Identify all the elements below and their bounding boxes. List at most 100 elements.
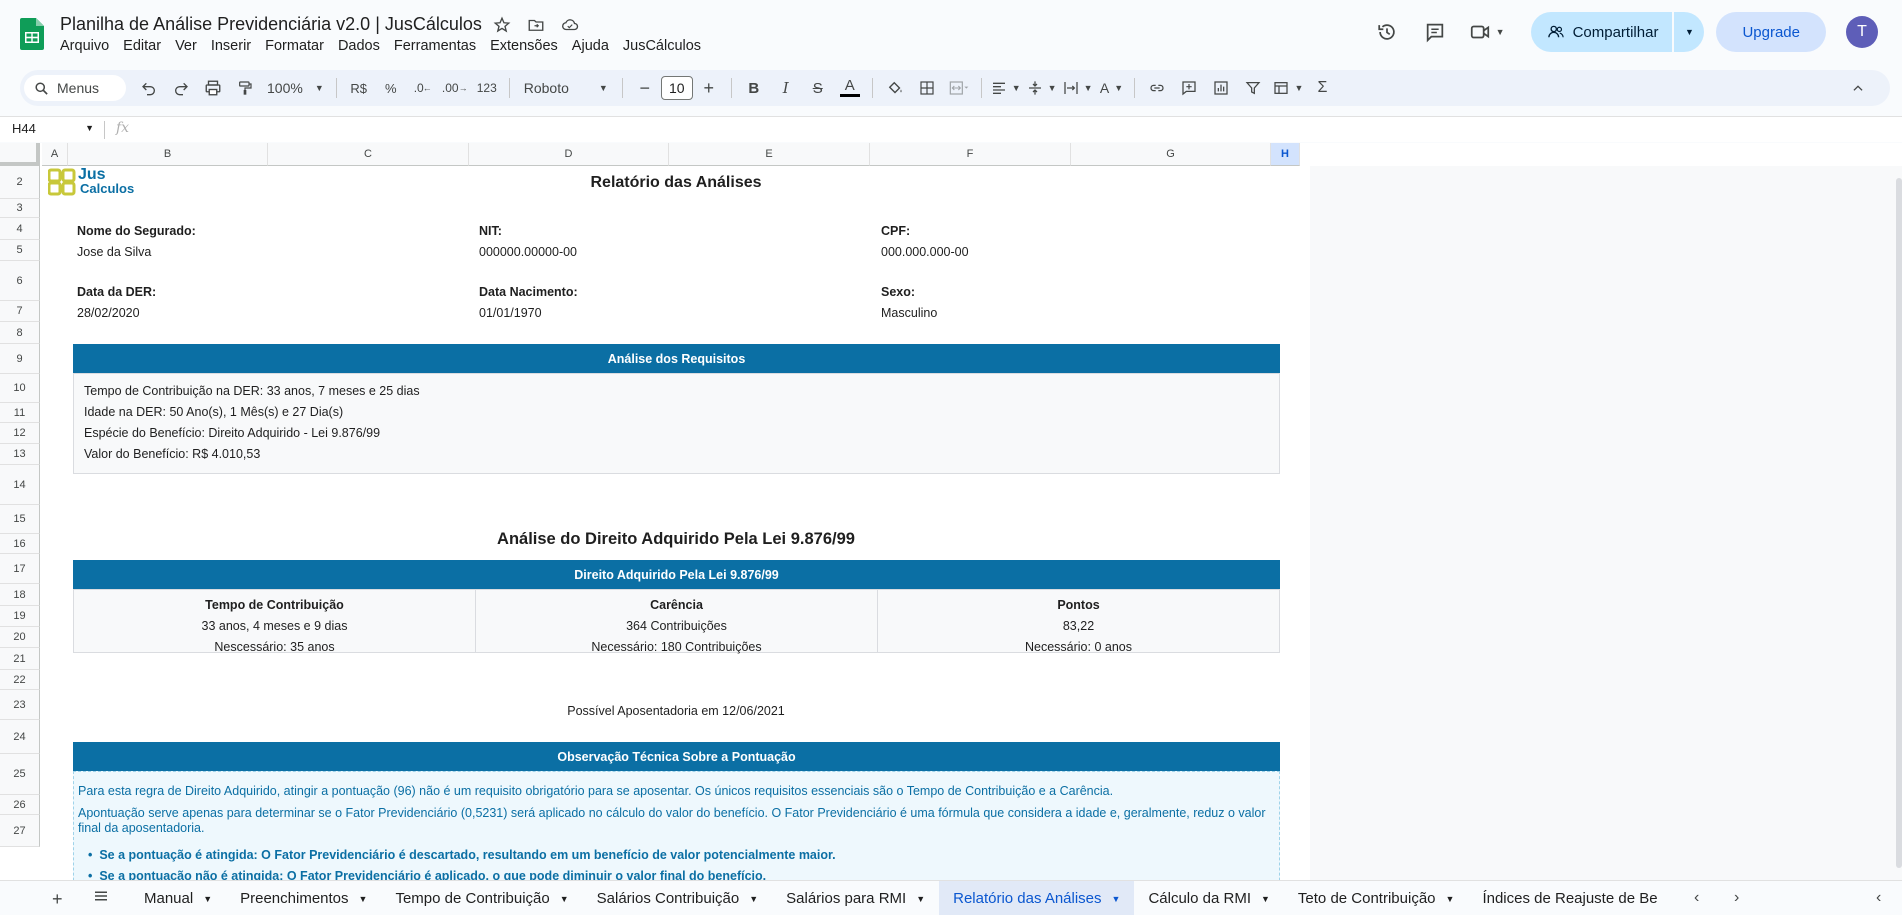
sheet-tab[interactable]: Preenchimentos ▼: [226, 881, 381, 915]
menu-ferramentas[interactable]: Ferramentas: [394, 38, 484, 54]
row-header[interactable]: 26: [0, 795, 40, 815]
strikethrough-icon[interactable]: S: [805, 74, 831, 102]
menu-formatar[interactable]: Formatar: [265, 38, 332, 54]
share-dropdown-button[interactable]: ▼: [1674, 12, 1705, 52]
column-header-b[interactable]: B: [68, 143, 268, 166]
insert-chart-icon[interactable]: [1208, 74, 1234, 102]
cloud-status-icon[interactable]: [559, 14, 581, 36]
chevron-right-icon[interactable]: ›: [1734, 889, 1739, 907]
row-header[interactable]: 20: [0, 627, 40, 648]
row-header[interactable]: 17: [0, 554, 40, 584]
decrease-font-size-icon[interactable]: −: [632, 74, 658, 102]
row-header[interactable]: 6: [0, 261, 40, 301]
chevron-down-icon[interactable]: ▼: [749, 894, 758, 904]
sheet-tab[interactable]: Relatório das Análises ▼: [939, 881, 1135, 915]
insert-comment-icon[interactable]: [1176, 74, 1202, 102]
chevron-down-icon[interactable]: ▼: [1112, 894, 1121, 904]
meet-video-icon[interactable]: ▼: [1463, 12, 1511, 52]
share-button[interactable]: Compartilhar: [1530, 12, 1673, 52]
insert-link-icon[interactable]: [1144, 74, 1170, 102]
row-header[interactable]: 8: [0, 322, 40, 344]
chevron-down-icon[interactable]: ▼: [359, 894, 368, 904]
menu-dados[interactable]: Dados: [338, 38, 388, 54]
sheet-tab[interactable]: Salários para RMI ▼: [772, 881, 939, 915]
column-header-f[interactable]: F: [870, 143, 1071, 166]
add-sheet-icon[interactable]: +: [52, 889, 63, 910]
menu-editar[interactable]: Editar: [123, 38, 169, 54]
row-header[interactable]: 12: [0, 423, 40, 444]
all-sheets-menu-icon[interactable]: [92, 887, 110, 910]
format-currency-button[interactable]: R$: [346, 74, 372, 102]
column-header-c[interactable]: C: [268, 143, 469, 166]
name-box[interactable]: H44 ▼: [12, 121, 94, 136]
menu-ver[interactable]: Ver: [175, 38, 205, 54]
document-title[interactable]: Planilha de Análise Previdenciária v2.0 …: [60, 14, 482, 35]
version-history-icon[interactable]: [1367, 12, 1407, 52]
text-color-icon[interactable]: A: [837, 74, 863, 102]
vertical-scrollbar[interactable]: [1896, 178, 1902, 868]
row-header[interactable]: 10: [0, 374, 40, 403]
move-folder-icon[interactable]: [525, 14, 547, 36]
row-header[interactable]: 19: [0, 606, 40, 627]
text-rotation-icon[interactable]: A ▼: [1099, 74, 1125, 102]
menu-extensoes[interactable]: Extensões: [490, 38, 566, 54]
row-header[interactable]: 9: [0, 344, 40, 374]
sheet-tab[interactable]: Salários Contribuição ▼: [583, 881, 773, 915]
collapse-toolbar-icon[interactable]: [1845, 74, 1871, 102]
row-header[interactable]: 27: [0, 815, 40, 847]
menu-inserir[interactable]: Inserir: [211, 38, 259, 54]
chevron-left-icon[interactable]: ‹: [1694, 889, 1699, 907]
sheet-tab[interactable]: Cálculo da RMI ▼: [1134, 881, 1283, 915]
row-header[interactable]: 18: [0, 584, 40, 606]
zoom-select[interactable]: 100% ▼: [267, 80, 324, 96]
print-icon[interactable]: [200, 74, 226, 102]
vertical-align-icon[interactable]: ▼: [1027, 74, 1057, 102]
column-header-a[interactable]: A: [42, 143, 68, 166]
sheet-tab[interactable]: Tempo de Contribuição ▼: [381, 881, 582, 915]
chevron-down-icon[interactable]: ▼: [916, 894, 925, 904]
merge-cells-icon[interactable]: [946, 74, 972, 102]
column-header-h[interactable]: H: [1271, 143, 1300, 166]
format-percent-button[interactable]: %: [378, 74, 404, 102]
row-header[interactable]: 11: [0, 403, 40, 423]
font-size-input[interactable]: 10: [660, 76, 693, 100]
bold-icon[interactable]: B: [741, 74, 767, 102]
row-header[interactable]: 21: [0, 648, 40, 670]
font-select[interactable]: Roboto ▼: [524, 80, 608, 96]
comments-icon[interactable]: [1415, 12, 1455, 52]
column-header-e[interactable]: E: [669, 143, 870, 166]
filter-icon[interactable]: [1240, 74, 1266, 102]
paint-format-icon[interactable]: [232, 74, 258, 102]
borders-icon[interactable]: [914, 74, 940, 102]
sheet-tab[interactable]: Índices de Reajuste de Be: [1468, 881, 1671, 915]
menu-juscalculos[interactable]: JusCálculos: [623, 38, 709, 54]
filter-views-icon[interactable]: ▼: [1272, 74, 1303, 102]
text-wrapping-icon[interactable]: ▼: [1063, 74, 1093, 102]
upgrade-button[interactable]: Upgrade: [1716, 12, 1826, 52]
column-header-g[interactable]: G: [1071, 143, 1271, 166]
collapse-sidebar-icon[interactable]: ‹: [1876, 889, 1881, 907]
row-header[interactable]: 4: [0, 218, 40, 240]
search-menus-button[interactable]: Menus: [24, 75, 126, 101]
sheets-logo-icon[interactable]: [20, 18, 44, 50]
row-header[interactable]: 14: [0, 465, 40, 505]
select-all-corner[interactable]: [0, 143, 40, 166]
sheet-tab[interactable]: Teto de Contribuição ▼: [1284, 881, 1469, 915]
row-header[interactable]: 13: [0, 444, 40, 465]
functions-icon[interactable]: Σ: [1309, 74, 1335, 102]
fill-color-icon[interactable]: [882, 74, 908, 102]
undo-icon[interactable]: [136, 74, 162, 102]
row-header[interactable]: 5: [0, 240, 40, 261]
horizontal-align-icon[interactable]: ▼: [991, 74, 1021, 102]
sheet-tab[interactable]: Manual ▼: [130, 881, 226, 915]
redo-icon[interactable]: [168, 74, 194, 102]
italic-icon[interactable]: I: [773, 74, 799, 102]
chevron-down-icon[interactable]: ▼: [1261, 894, 1270, 904]
row-header[interactable]: 3: [0, 199, 40, 218]
row-header[interactable]: 16: [0, 534, 40, 554]
chevron-down-icon[interactable]: ▼: [560, 894, 569, 904]
row-header[interactable]: 24: [0, 720, 40, 754]
column-header-d[interactable]: D: [469, 143, 669, 166]
row-header[interactable]: 25: [0, 754, 40, 795]
chevron-down-icon[interactable]: ▼: [203, 894, 212, 904]
